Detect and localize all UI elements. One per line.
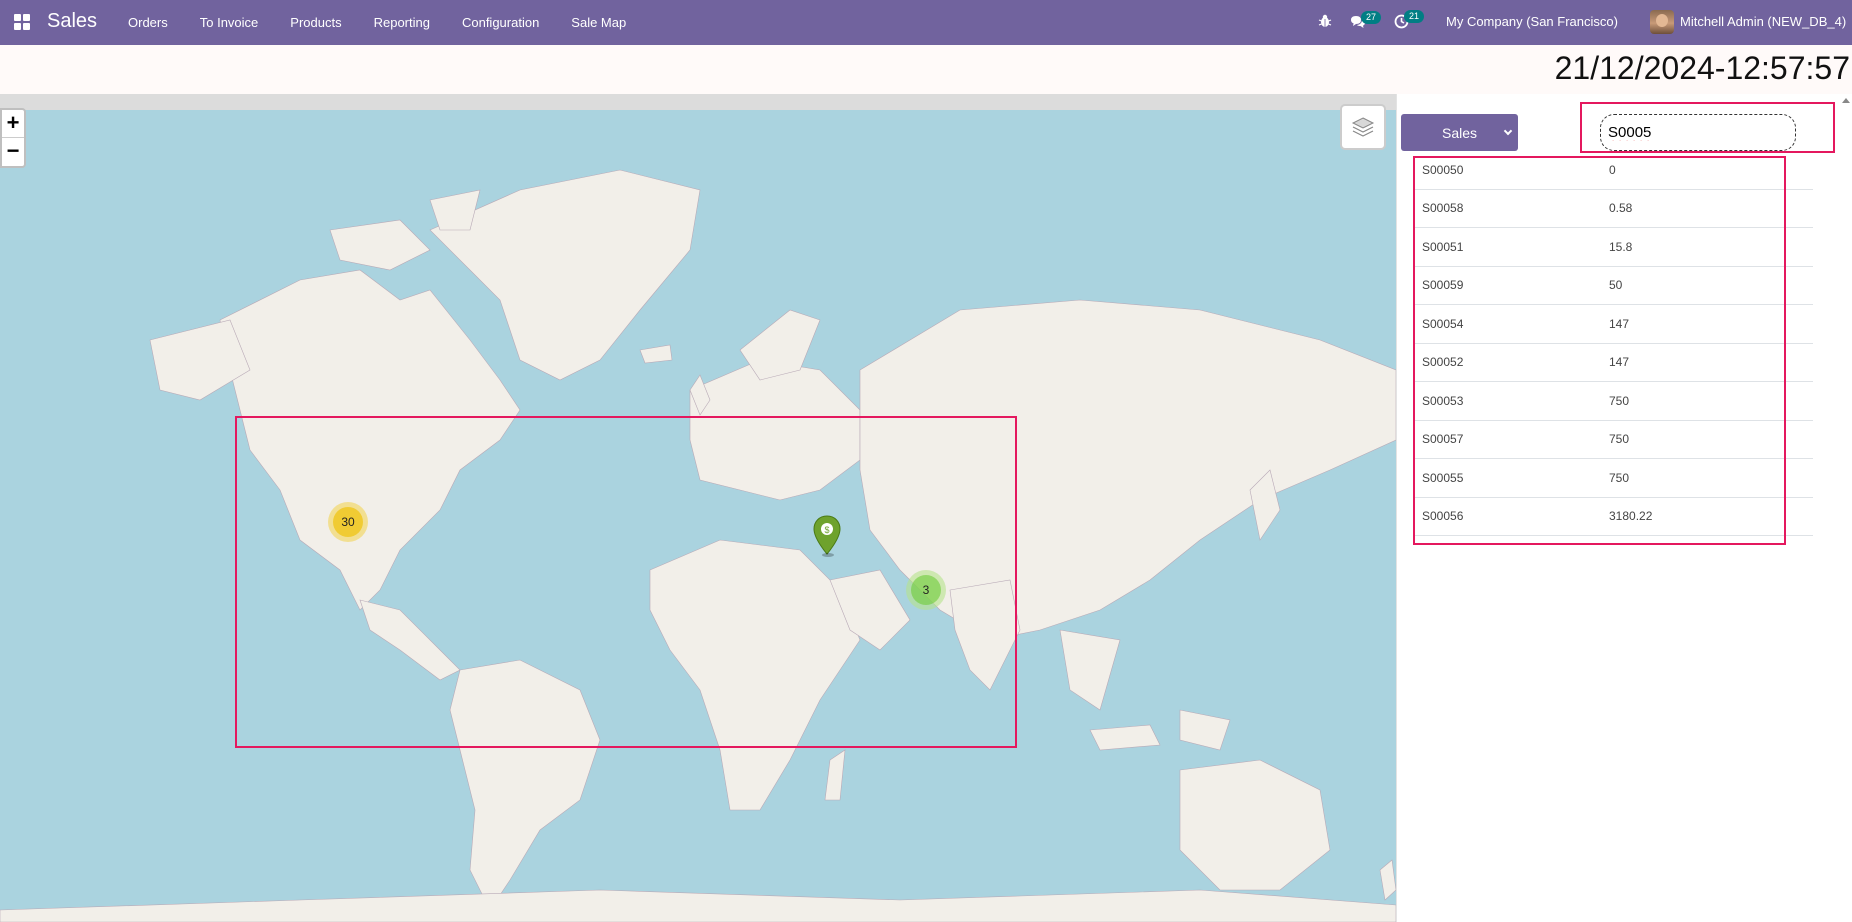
result-amount: 750 xyxy=(1609,432,1630,447)
datetime-clock: 21/12/2024-12:57:57 xyxy=(1554,50,1850,86)
result-ref: S00055 xyxy=(1422,470,1464,485)
sales-side-panel: Sales S00050 0 S00058 0.58 S00051 15.8 S000… xyxy=(1396,94,1852,922)
result-amount: 750 xyxy=(1609,470,1630,485)
chevron-down-icon xyxy=(1503,126,1513,136)
user-avatar[interactable] xyxy=(1650,10,1674,34)
layers-control-button[interactable] xyxy=(1340,104,1386,150)
map-pin-marker[interactable]: $ xyxy=(811,514,843,558)
zoom-in-button[interactable]: + xyxy=(2,110,24,138)
result-row[interactable]: S00054 147 xyxy=(1413,305,1813,344)
scroll-up-arrow-icon[interactable] xyxy=(1842,98,1850,103)
app-brand[interactable]: Sales xyxy=(47,10,97,33)
map-cluster-marker[interactable]: 3 xyxy=(906,570,946,610)
menu-orders[interactable]: Orders xyxy=(128,15,168,30)
pin-label: $ xyxy=(824,525,829,535)
result-amount: 147 xyxy=(1609,355,1630,370)
order-search-field[interactable] xyxy=(1600,114,1796,151)
result-row[interactable]: S00051 15.8 xyxy=(1413,228,1813,267)
result-row[interactable]: S00058 0.58 xyxy=(1413,190,1813,228)
result-amount: 50 xyxy=(1609,278,1623,293)
result-row[interactable]: S00050 0 xyxy=(1413,151,1813,190)
result-ref: S00050 xyxy=(1422,162,1464,177)
apps-menu-icon[interactable] xyxy=(14,14,30,30)
activities-count-badge: 21 xyxy=(1404,10,1425,23)
layers-icon xyxy=(1351,117,1375,137)
result-ref: S00056 xyxy=(1422,509,1464,524)
result-row[interactable]: S00053 750 xyxy=(1413,382,1813,421)
menu-reporting[interactable]: Reporting xyxy=(374,15,430,30)
user-menu[interactable]: Mitchell Admin (NEW_DB_4) xyxy=(1680,14,1846,29)
map-cluster-marker[interactable]: 30 xyxy=(328,502,368,542)
model-select-value: Sales xyxy=(1441,124,1478,141)
result-row[interactable]: S00056 3180.22 xyxy=(1413,498,1813,536)
main-menu: Orders To Invoice Products Reporting Con… xyxy=(128,0,658,45)
result-amount: 3180.22 xyxy=(1609,509,1653,524)
result-ref: S00058 xyxy=(1422,201,1464,216)
zoom-control: + − xyxy=(0,108,26,168)
result-row[interactable]: S00059 50 xyxy=(1413,267,1813,305)
result-ref: S00059 xyxy=(1422,278,1464,293)
menu-sale-map[interactable]: Sale Map xyxy=(571,15,626,30)
result-amount: 15.8 xyxy=(1609,239,1633,254)
cluster-count: 3 xyxy=(911,575,941,605)
result-ref: S00053 xyxy=(1422,393,1464,408)
result-amount: 750 xyxy=(1609,393,1630,408)
menu-configuration[interactable]: Configuration xyxy=(462,15,539,30)
result-amount: 147 xyxy=(1609,316,1630,331)
clock-bar: 21/12/2024-12:57:57 xyxy=(0,45,1852,94)
result-ref: S00051 xyxy=(1422,239,1464,254)
result-ref: S00057 xyxy=(1422,432,1464,447)
world-map[interactable]: 30 3 $ xyxy=(0,94,1396,922)
result-amount: 0.58 xyxy=(1609,201,1633,216)
result-ref: S00052 xyxy=(1422,355,1464,370)
cluster-count: 30 xyxy=(333,507,363,537)
menu-products[interactable]: Products xyxy=(290,15,341,30)
result-row[interactable]: S00055 750 xyxy=(1413,459,1813,498)
result-row[interactable]: S00057 750 xyxy=(1413,421,1813,459)
menu-to-invoice[interactable]: To Invoice xyxy=(200,15,259,30)
debug-bug-icon[interactable] xyxy=(1318,14,1332,28)
result-row[interactable]: S00052 147 xyxy=(1413,344,1813,382)
result-ref: S00054 xyxy=(1422,316,1464,331)
zoom-out-button[interactable]: − xyxy=(2,138,24,166)
messages-count-badge: 27 xyxy=(1361,11,1382,24)
order-search-input[interactable] xyxy=(1608,115,1788,150)
company-switcher[interactable]: My Company (San Francisco) xyxy=(1446,14,1618,29)
top-navbar: Sales Orders To Invoice Products Reporti… xyxy=(0,0,1852,45)
map-tiles xyxy=(0,169,1396,922)
result-amount: 0 xyxy=(1609,162,1616,177)
model-select[interactable]: Sales xyxy=(1401,114,1518,151)
search-results-list: S00050 0 S00058 0.58 S00051 15.8 S00059 50 S… xyxy=(1413,151,1813,536)
